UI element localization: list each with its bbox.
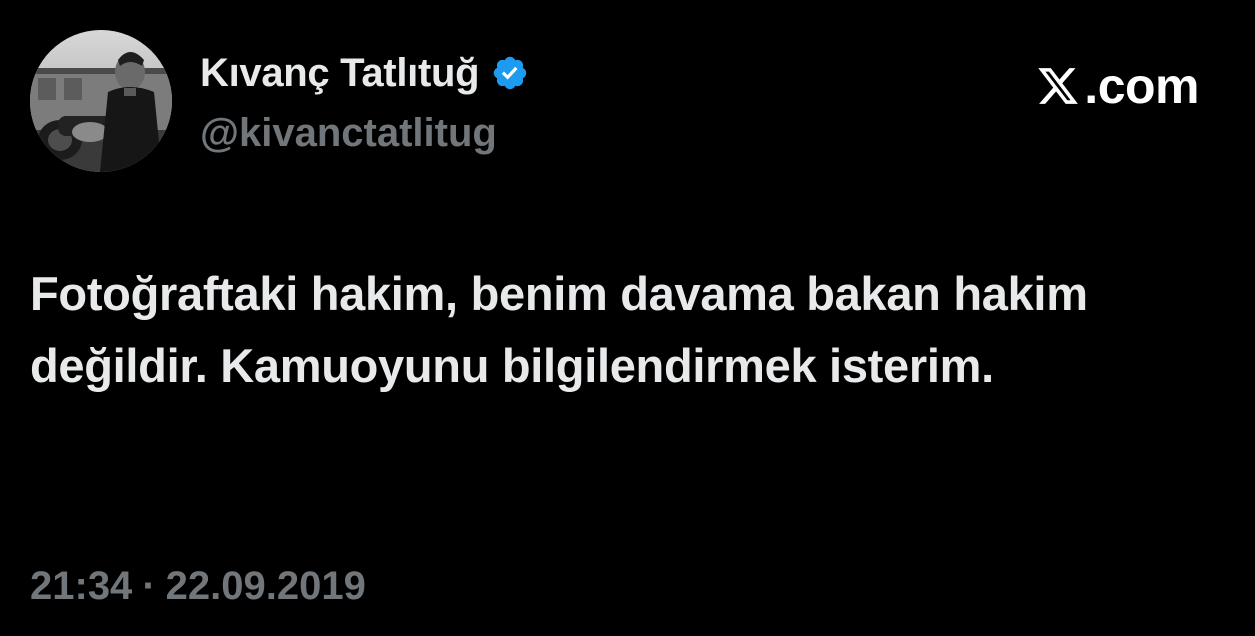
x-logo-icon — [1036, 64, 1080, 108]
avatar-photo — [30, 30, 172, 172]
timestamp-time: 21:34 — [30, 564, 133, 608]
brand-watermark: .com — [1036, 58, 1199, 114]
timestamp-date: 22.09.2019 — [165, 564, 366, 608]
author-name-row: Kıvanç Tatlıtuğ — [200, 48, 529, 98]
verified-badge-icon — [491, 54, 529, 92]
tweet-timestamp[interactable]: 21:34 · 22.09.2019 — [30, 558, 366, 614]
tweet-text: Fotoğraftaki hakim, benim davama bakan h… — [30, 267, 1088, 392]
tweet-card: Kıvanç Tatlıtuğ @kivanctatlitug .com Fot… — [0, 0, 1255, 636]
avatar[interactable] — [30, 30, 172, 172]
author-handle[interactable]: @kivanctatlitug — [200, 108, 497, 158]
display-name[interactable]: Kıvanç Tatlıtuğ — [200, 48, 480, 98]
brand-domain: .com — [1084, 58, 1199, 114]
timestamp-separator: · — [142, 564, 156, 608]
